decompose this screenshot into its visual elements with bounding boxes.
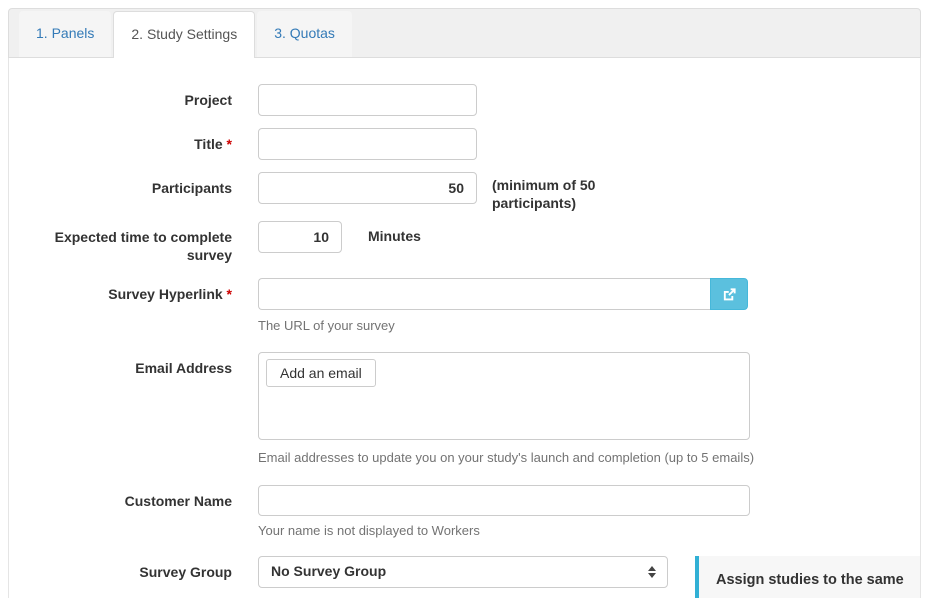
expected-time-input[interactable]: [258, 221, 342, 253]
survey-group-select[interactable]: No Survey Group: [258, 556, 668, 588]
customer-name-help: Your name is not displayed to Workers: [258, 523, 750, 538]
participants-input[interactable]: [258, 172, 477, 204]
project-row: Project: [9, 84, 920, 116]
title-label: Title *: [9, 128, 232, 153]
tab-study-settings[interactable]: 2. Study Settings: [113, 11, 255, 58]
customer-name-input[interactable]: [258, 485, 750, 516]
wizard-tab-bar: 1. Panels 2. Study Settings 3. Quotas: [8, 8, 921, 58]
email-list-box[interactable]: Add an email: [258, 352, 750, 440]
callout-title: Assign studies to the same: [716, 571, 908, 590]
title-label-text: Title: [194, 136, 223, 152]
survey-hyperlink-label: Survey Hyperlink *: [9, 278, 232, 303]
survey-hyperlink-help: The URL of your survey: [258, 318, 748, 333]
title-row: Title *: [9, 128, 920, 160]
survey-hyperlink-input[interactable]: [258, 278, 710, 310]
customer-name-row: Customer Name Your name is not displayed…: [9, 485, 920, 538]
survey-group-selected-value: No Survey Group: [271, 563, 386, 579]
add-email-button[interactable]: Add an email: [266, 359, 376, 387]
required-asterisk: *: [227, 136, 232, 152]
survey-hyperlink-row: Survey Hyperlink * The URL of: [9, 278, 920, 333]
open-survey-link-button[interactable]: [710, 278, 748, 310]
minutes-unit-label: Minutes: [368, 221, 421, 244]
title-input[interactable]: [258, 128, 477, 160]
participants-row: Participants (minimum of 50 participants…: [9, 172, 920, 212]
expected-time-row: Expected time to complete survey Minutes: [9, 221, 920, 264]
project-input[interactable]: [258, 84, 477, 116]
required-asterisk: *: [227, 286, 232, 302]
email-address-row: Email Address Add an email Email address…: [9, 352, 920, 465]
participants-minimum-note: (minimum of 50 participants): [492, 172, 642, 212]
tab-quotas[interactable]: 3. Quotas: [257, 11, 352, 57]
email-address-help: Email addresses to update you on your st…: [258, 450, 754, 465]
select-stepper-icon: [648, 566, 656, 578]
survey-group-row: Survey Group No Survey Group Assign stud…: [9, 556, 920, 598]
survey-group-info-callout: Assign studies to the same: [695, 556, 920, 598]
study-settings-form: Project Title * Participants (minimum of…: [8, 58, 921, 598]
survey-group-label: Survey Group: [9, 556, 232, 581]
email-address-label: Email Address: [9, 352, 232, 377]
study-setup-wizard: 1. Panels 2. Study Settings 3. Quotas Pr…: [8, 8, 921, 598]
participants-label: Participants: [9, 172, 232, 197]
tab-panels[interactable]: 1. Panels: [19, 11, 111, 57]
expected-time-label: Expected time to complete survey: [9, 221, 232, 264]
survey-hyperlink-label-text: Survey Hyperlink: [108, 286, 222, 302]
external-link-icon: [722, 287, 737, 302]
customer-name-label: Customer Name: [9, 485, 232, 510]
project-label: Project: [9, 84, 232, 109]
